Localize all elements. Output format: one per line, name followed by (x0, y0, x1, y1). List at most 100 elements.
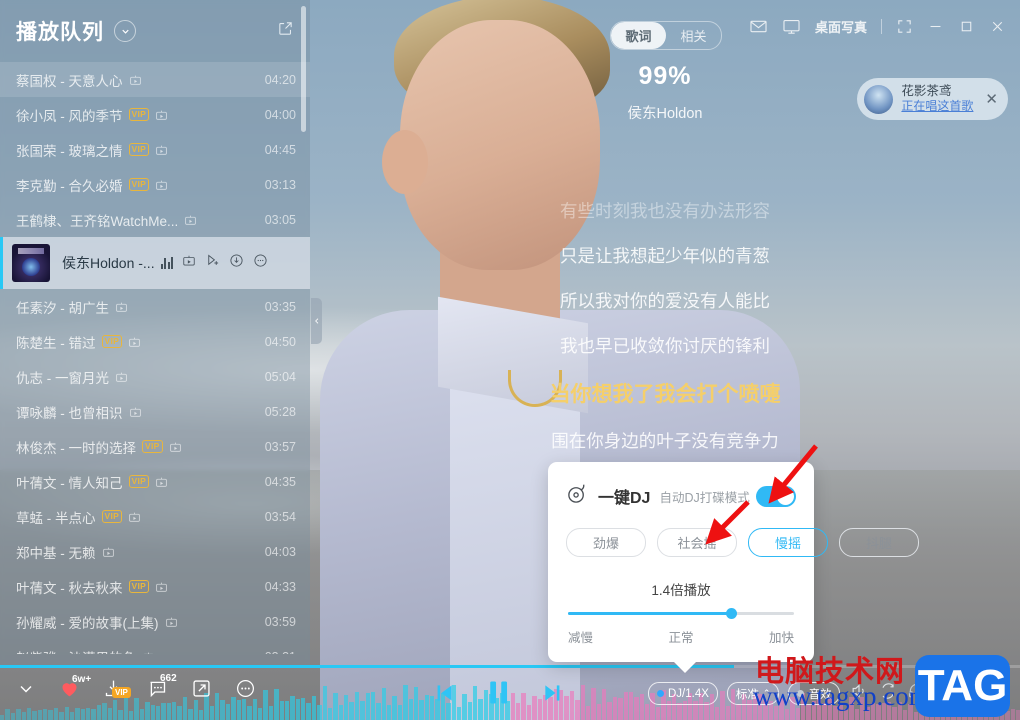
playlist-row-title: 任素汐 - 胡广生 (16, 297, 109, 317)
playlist-row[interactable]: 孙耀威 - 爱的故事(上集) 03:59 (0, 604, 310, 639)
tab-related[interactable]: 相关 (666, 22, 721, 49)
mv-icon[interactable] (149, 177, 168, 192)
playlist-row[interactable]: 草蜢 - 半点心 VIP 03:54 (0, 499, 310, 534)
song-title: 99% (430, 62, 900, 91)
tab-lyrics[interactable]: 歌词 (611, 22, 666, 49)
dj-rate-label: DJ/1.4X (668, 688, 709, 700)
mv-icon[interactable] (123, 404, 142, 419)
share-icon[interactable] (191, 678, 212, 704)
mv-icon[interactable] (149, 579, 168, 594)
playlist-row[interactable]: 叶蒨文 - 情人知己 VIP 04:35 (0, 464, 310, 499)
playlist-row[interactable]: 王鹤棣、王齐铭WatchMe... 03:05 (0, 202, 310, 237)
playlist-row[interactable]: 谭咏麟 - 也曾相识 05:28 (0, 394, 310, 429)
mv-icon[interactable] (182, 254, 196, 273)
minimize-button[interactable] (927, 18, 944, 35)
dj-subtitle: 自动DJ打碟模式 (659, 487, 749, 506)
mv-icon[interactable] (122, 509, 141, 524)
mv-icon[interactable] (163, 439, 182, 454)
mv-icon[interactable] (149, 474, 168, 489)
play-queue-header: 播放队列 (0, 0, 310, 62)
dj-style-chip[interactable]: 劲爆 (566, 528, 646, 557)
open-external-icon[interactable] (277, 20, 294, 42)
close-button[interactable] (989, 18, 1006, 35)
chevron-down-icon[interactable] (16, 679, 36, 704)
playlist-row-title: 李克勤 - 合久必婚 (16, 175, 123, 195)
playlist-row[interactable]: 仇志 - 一窗月光 05:04 (0, 359, 310, 394)
play-pause-button[interactable] (482, 676, 515, 714)
dj-rate-pill[interactable]: DJ/1.4X (648, 682, 718, 705)
mv-icon[interactable] (178, 212, 197, 227)
download-icon[interactable] (229, 253, 244, 273)
mv-icon[interactable] (123, 72, 142, 87)
mv-icon[interactable] (149, 142, 168, 157)
mv-icon[interactable] (122, 334, 141, 349)
playlist-row-duration: 03:57 (265, 440, 296, 454)
playlist-row[interactable]: 林俊杰 - 一时的选择 VIP 03:57 (0, 429, 310, 464)
toast-status-link[interactable]: 正在唱这首歌 (901, 99, 973, 114)
mv-icon[interactable] (159, 614, 178, 629)
playlist-row[interactable]: 郑中基 - 无赖 04:03 (0, 534, 310, 569)
playlist-row-duration: 04:03 (265, 545, 296, 559)
dj-style-chip[interactable]: 慢摇 (748, 528, 828, 557)
playlist-row-duration: 03:54 (265, 510, 296, 524)
playlist-scrollbar[interactable] (301, 6, 306, 132)
comment-icon[interactable]: 662 (147, 678, 168, 704)
lyric-line: 所以我对你的爱没有人能比 (400, 288, 930, 313)
now-playing-header: 99% 侯东Holdon (430, 62, 900, 123)
transport-controls (430, 676, 567, 714)
slider-knob[interactable] (726, 608, 737, 619)
dj-disc-icon (566, 482, 589, 510)
fullscreen-icon[interactable] (896, 18, 913, 35)
mv-icon[interactable] (136, 649, 155, 654)
playlist-row[interactable]: 蔡国权 - 天意人心 04:20 (0, 62, 310, 97)
playlist-row-duration: 05:04 (265, 370, 296, 384)
more-icon[interactable] (253, 253, 268, 273)
download-icon[interactable]: VIP (103, 678, 124, 704)
playlist-row[interactable]: 徐小凤 - 风的季节 VIP 04:00 (0, 97, 310, 132)
close-icon[interactable]: ✕ (985, 90, 998, 108)
dj-toggle-switch[interactable] (756, 486, 796, 507)
playlist-row[interactable]: 任素汐 - 胡广生 03:35 (0, 289, 310, 324)
collapse-panel-handle[interactable] (311, 298, 322, 344)
dj-style-chip[interactable]: 抖腿 (839, 528, 919, 557)
add-to-playlist-icon[interactable] (205, 253, 220, 273)
vip-badge: VIP (129, 580, 150, 593)
lyric-line: 有些时刻我也没有办法形容 (400, 198, 930, 223)
speed-mid-label: 正常 (668, 627, 693, 646)
playlist-row-title: 王鹤棣、王齐铭WatchMe... (16, 210, 178, 230)
window-titlebar: 桌面写真 (749, 0, 1020, 52)
dj-style-chip[interactable]: 社会摇 (657, 528, 737, 557)
like-icon[interactable]: 6w+ (59, 678, 80, 704)
like-count-badge: 6w+ (72, 674, 91, 685)
watermark-logo: TAG (915, 655, 1010, 717)
next-track-button[interactable] (541, 680, 567, 711)
equalizer-icon (161, 257, 174, 269)
chevron-down-icon[interactable] (114, 20, 136, 42)
playlist-row[interactable]: 叶蒨文 - 秋去秋来 VIP 04:33 (0, 569, 310, 604)
dj-speed-slider[interactable] (568, 612, 794, 615)
maximize-button[interactable] (958, 18, 975, 35)
desktop-photo-label[interactable]: 桌面写真 (815, 17, 867, 36)
mv-icon[interactable] (109, 299, 128, 314)
mv-icon[interactable] (149, 107, 168, 122)
playlist-row[interactable]: 陈楚生 - 错过 VIP 04:50 (0, 324, 310, 359)
playlist-row[interactable]: 张国荣 - 玻璃之情 VIP 04:45 (0, 132, 310, 167)
playlist-row-duration: 04:45 (265, 143, 296, 157)
album-cover (12, 244, 50, 282)
toast-username: 花影茶鸢 (901, 84, 973, 100)
mail-icon[interactable] (749, 17, 768, 36)
playlist-row-title: 孙耀威 - 爱的故事(上集) (16, 612, 159, 632)
lyrics-tab-group[interactable]: 歌词 相关 (610, 21, 722, 50)
playlist-row[interactable]: 李克勤 - 合久必婚 VIP 03:13 (0, 167, 310, 202)
mv-icon[interactable] (96, 544, 115, 559)
lyric-line: 我也早已收敛你讨厌的锋利 (400, 333, 930, 358)
vip-badge: VIP (129, 108, 150, 121)
previous-track-button[interactable] (430, 680, 456, 711)
playlist-row-playing[interactable]: 侯东Holdon -... (0, 237, 310, 289)
mv-icon[interactable] (109, 369, 128, 384)
avatar (864, 85, 893, 114)
more-icon[interactable] (235, 678, 256, 704)
monitor-icon[interactable] (782, 17, 801, 36)
playlist-row-duration: 04:35 (265, 475, 296, 489)
playlist-row[interactable]: 赵紫骅 - 沙漠里的鱼 03:31 (0, 639, 310, 654)
